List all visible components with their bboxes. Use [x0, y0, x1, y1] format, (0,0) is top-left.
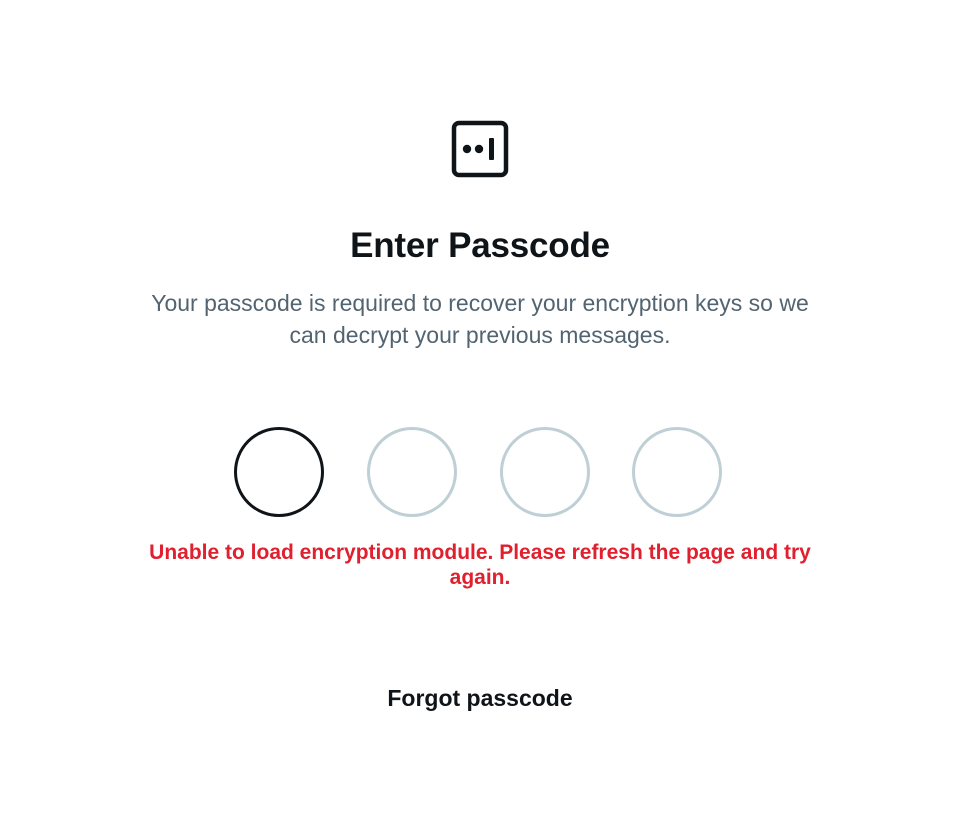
passcode-screen: Enter Passcode Your passcode is required…: [0, 0, 956, 818]
passcode-digit-2[interactable]: [367, 427, 457, 517]
page-subtitle: Your passcode is required to recover you…: [151, 290, 809, 348]
passcode-digit-4[interactable]: [632, 427, 722, 517]
forgot-passcode-link[interactable]: Forgot passcode: [0, 683, 956, 713]
error-message: Unable to load encryption module. Please…: [149, 541, 811, 589]
page-title: Enter Passcode: [350, 226, 610, 265]
passcode-input-group: [0, 427, 956, 523]
passcode-lock-icon: [451, 120, 509, 178]
passcode-digit-1[interactable]: [234, 427, 324, 517]
passcode-digit-3[interactable]: [500, 427, 590, 517]
